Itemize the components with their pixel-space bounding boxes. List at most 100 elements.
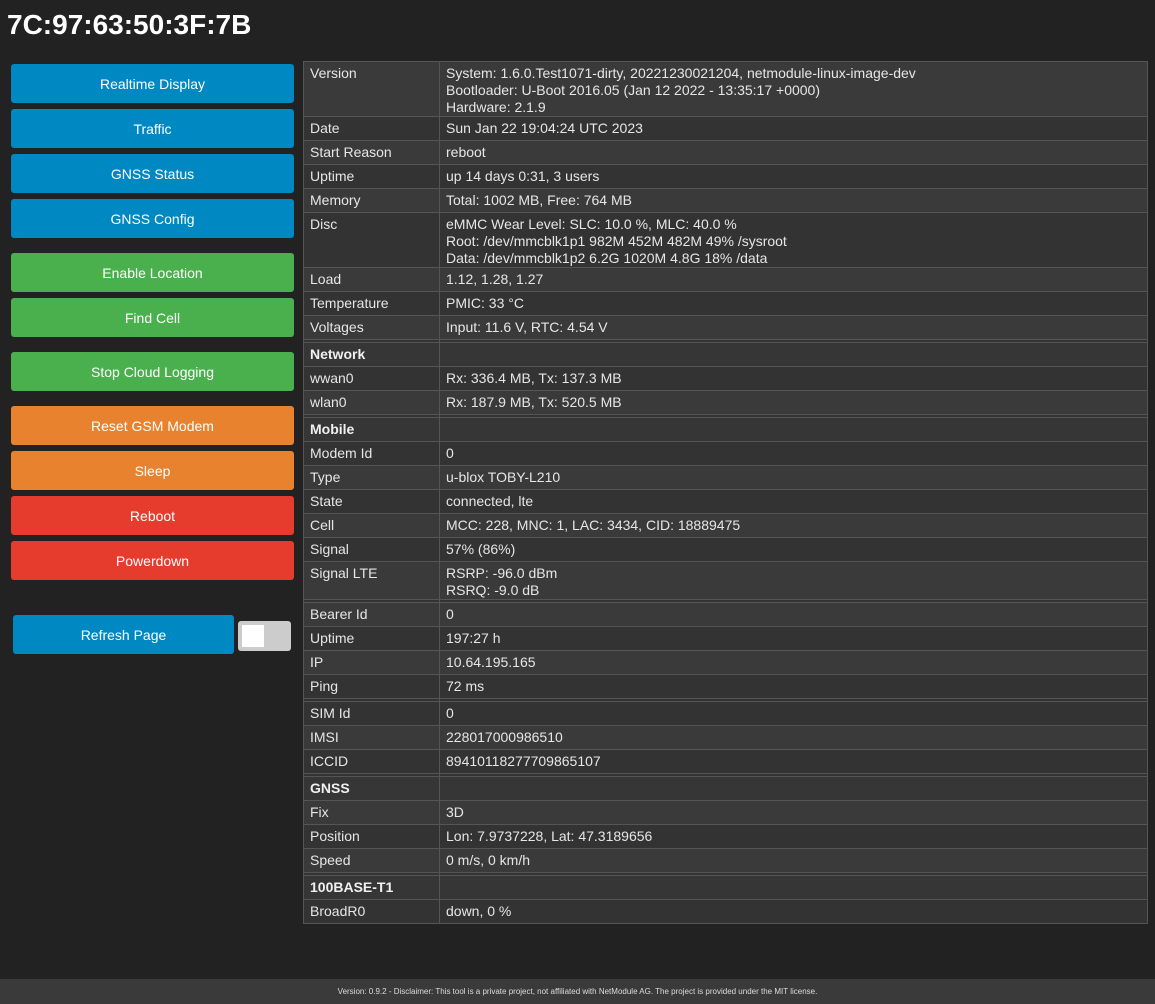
- row-label: Uptime: [303, 164, 440, 189]
- row-value: 1.12, 1.28, 1.27: [439, 267, 1148, 292]
- table-row: Uptime 197:27 h: [303, 626, 1148, 651]
- table-row: Bearer Id 0: [303, 602, 1148, 627]
- row-value: 0: [439, 602, 1148, 627]
- row-value: Rx: 336.4 MB, Tx: 137.3 MB: [439, 366, 1148, 391]
- row-value: 10.64.195.165: [439, 650, 1148, 675]
- table-row: Modem Id 0: [303, 441, 1148, 466]
- signal-rsrq: RSRQ: -9.0 dB: [446, 582, 540, 598]
- section-heading-row: Mobile: [303, 417, 1148, 442]
- auto-refresh-toggle[interactable]: [238, 621, 291, 651]
- row-label: Signal LTE: [303, 561, 440, 600]
- row-value: down, 0 %: [439, 899, 1148, 924]
- table-row: Temperature PMIC: 33 °C: [303, 291, 1148, 316]
- row-label: IMSI: [303, 725, 440, 750]
- row-value: System: 1.6.0.Test1071-dirty, 2022123002…: [439, 61, 1148, 117]
- section-heading-ethernet: 100BASE-T1: [303, 875, 440, 900]
- footer-disclaimer: Version: 0.9.2 - Disclaimer: This tool i…: [0, 979, 1155, 1004]
- row-value: 197:27 h: [439, 626, 1148, 651]
- toggle-knob: [242, 625, 264, 647]
- version-system: System: 1.6.0.Test1071-dirty, 2022123002…: [446, 65, 916, 81]
- stop-cloud-logging-button[interactable]: Stop Cloud Logging: [11, 352, 294, 391]
- table-row: Load 1.12, 1.28, 1.27: [303, 267, 1148, 292]
- row-label: Date: [303, 116, 440, 141]
- version-bootloader: Bootloader: U-Boot 2016.05 (Jan 12 2022 …: [446, 82, 820, 98]
- status-table: Version System: 1.6.0.Test1071-dirty, 20…: [303, 61, 1148, 924]
- row-value: 0 m/s, 0 km/h: [439, 848, 1148, 873]
- row-value: Input: 11.6 V, RTC: 4.54 V: [439, 315, 1148, 340]
- gnss-status-button[interactable]: GNSS Status: [11, 154, 294, 193]
- refresh-page-button[interactable]: Refresh Page: [13, 615, 234, 654]
- reboot-button[interactable]: Reboot: [11, 496, 294, 535]
- row-label: Position: [303, 824, 440, 849]
- row-label: Speed: [303, 848, 440, 873]
- row-value: up 14 days 0:31, 3 users: [439, 164, 1148, 189]
- section-heading-mobile: Mobile: [303, 417, 440, 442]
- table-row: Type u-blox TOBY-L210: [303, 465, 1148, 490]
- disc-data: Data: /dev/mmcblk1p2 6.2G 1020M 4.8G 18%…: [446, 250, 768, 266]
- section-heading-network: Network: [303, 342, 440, 367]
- sidebar: Realtime Display Traffic GNSS Status GNS…: [11, 64, 294, 586]
- table-row: Position Lon: 7.9737228, Lat: 47.3189656: [303, 824, 1148, 849]
- row-label: Voltages: [303, 315, 440, 340]
- row-value: RSRP: -96.0 dBm RSRQ: -9.0 dB: [439, 561, 1148, 600]
- row-label: Type: [303, 465, 440, 490]
- table-row: ICCID 89410118277709865107: [303, 749, 1148, 774]
- powerdown-button[interactable]: Powerdown: [11, 541, 294, 580]
- table-row: wwan0 Rx: 336.4 MB, Tx: 137.3 MB: [303, 366, 1148, 391]
- row-label: Disc: [303, 212, 440, 268]
- row-label: wwan0: [303, 366, 440, 391]
- find-cell-button[interactable]: Find Cell: [11, 298, 294, 337]
- row-value: MCC: 228, MNC: 1, LAC: 3434, CID: 188894…: [439, 513, 1148, 538]
- disc-root: Root: /dev/mmcblk1p1 982M 452M 482M 49% …: [446, 233, 787, 249]
- row-value: Lon: 7.9737228, Lat: 47.3189656: [439, 824, 1148, 849]
- realtime-display-button[interactable]: Realtime Display: [11, 64, 294, 103]
- table-row: Date Sun Jan 22 19:04:24 UTC 2023: [303, 116, 1148, 141]
- traffic-button[interactable]: Traffic: [11, 109, 294, 148]
- row-label: Ping: [303, 674, 440, 699]
- version-hardware: Hardware: 2.1.9: [446, 99, 546, 115]
- row-label: wlan0: [303, 390, 440, 415]
- table-row: Speed 0 m/s, 0 km/h: [303, 848, 1148, 873]
- table-row: State connected, lte: [303, 489, 1148, 514]
- row-label: BroadR0: [303, 899, 440, 924]
- table-row: Uptime up 14 days 0:31, 3 users: [303, 164, 1148, 189]
- device-id-title: 7C:97:63:50:3F:7B: [7, 9, 252, 40]
- table-row: Cell MCC: 228, MNC: 1, LAC: 3434, CID: 1…: [303, 513, 1148, 538]
- section-heading-gnss: GNSS: [303, 776, 440, 801]
- row-value: eMMC Wear Level: SLC: 10.0 %, MLC: 40.0 …: [439, 212, 1148, 268]
- row-value: 72 ms: [439, 674, 1148, 699]
- row-label: Cell: [303, 513, 440, 538]
- row-value: 228017000986510: [439, 725, 1148, 750]
- sleep-button[interactable]: Sleep: [11, 451, 294, 490]
- row-label: Bearer Id: [303, 602, 440, 627]
- section-heading-row: GNSS: [303, 776, 1148, 801]
- table-row: Memory Total: 1002 MB, Free: 764 MB: [303, 188, 1148, 213]
- row-label: Uptime: [303, 626, 440, 651]
- row-value: 3D: [439, 800, 1148, 825]
- gnss-config-button[interactable]: GNSS Config: [11, 199, 294, 238]
- table-row: BroadR0 down, 0 %: [303, 899, 1148, 924]
- table-row: IP 10.64.195.165: [303, 650, 1148, 675]
- row-label: Signal: [303, 537, 440, 562]
- enable-location-button[interactable]: Enable Location: [11, 253, 294, 292]
- row-value: PMIC: 33 °C: [439, 291, 1148, 316]
- row-value: connected, lte: [439, 489, 1148, 514]
- table-row: wlan0 Rx: 187.9 MB, Tx: 520.5 MB: [303, 390, 1148, 415]
- row-value: 57% (86%): [439, 537, 1148, 562]
- refresh-row: Refresh Page: [13, 615, 293, 654]
- table-row: Ping 72 ms: [303, 674, 1148, 699]
- row-value: Sun Jan 22 19:04:24 UTC 2023: [439, 116, 1148, 141]
- row-value: 89410118277709865107: [439, 749, 1148, 774]
- table-row: Start Reason reboot: [303, 140, 1148, 165]
- row-value: Rx: 187.9 MB, Tx: 520.5 MB: [439, 390, 1148, 415]
- table-row: Fix 3D: [303, 800, 1148, 825]
- row-label: Modem Id: [303, 441, 440, 466]
- table-row: SIM Id 0: [303, 701, 1148, 726]
- row-label: Load: [303, 267, 440, 292]
- row-label: Start Reason: [303, 140, 440, 165]
- row-value: 0: [439, 701, 1148, 726]
- section-heading-row: 100BASE-T1: [303, 875, 1148, 900]
- reset-gsm-modem-button[interactable]: Reset GSM Modem: [11, 406, 294, 445]
- table-row: Disc eMMC Wear Level: SLC: 10.0 %, MLC: …: [303, 212, 1148, 268]
- signal-rsrp: RSRP: -96.0 dBm: [446, 565, 558, 581]
